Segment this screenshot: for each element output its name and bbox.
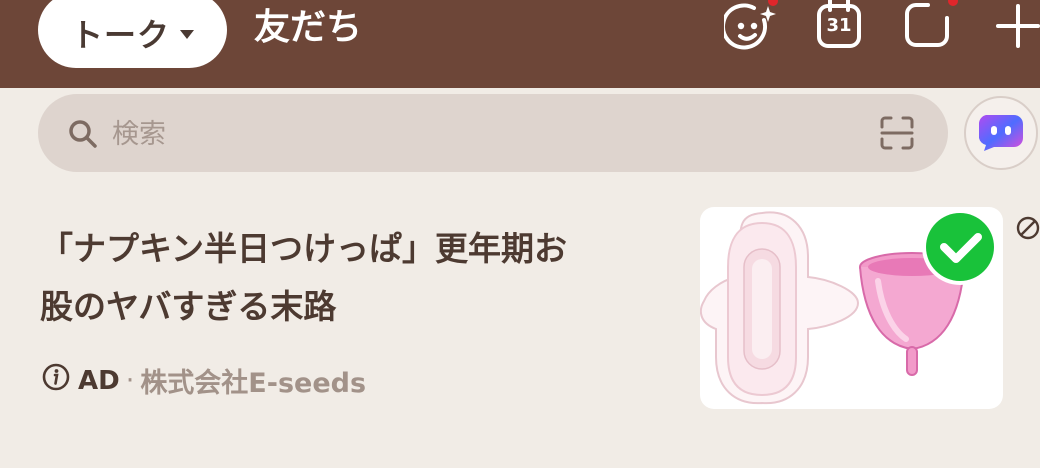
plus-icon[interactable] (996, 4, 1040, 52)
talk-tab-selector[interactable]: トーク (38, 0, 227, 68)
ad-meta: AD · 株式会社E-seeds (42, 361, 366, 400)
top-bar: トーク 友だち 31 (0, 0, 1040, 88)
ad-image[interactable] (700, 207, 1003, 409)
tab-friends[interactable]: 友だち (254, 0, 362, 50)
ad-label: AD (78, 365, 120, 396)
notification-dot (948, 0, 958, 6)
ad-title-line-2: 股のヤバすぎる末路 (40, 287, 337, 326)
chat-bubble-icon[interactable] (904, 0, 958, 52)
talk-tab-label: トーク (70, 16, 170, 54)
info-icon[interactable] (42, 363, 70, 398)
face-sparkle-icon[interactable] (721, 0, 780, 56)
chevron-down-icon (180, 29, 194, 39)
sponsor-name: 株式会社E-seeds (140, 368, 367, 399)
ad-title-line-1: 「ナプキン半日つけっぱ」更年期お (40, 229, 568, 268)
ai-assistant-button[interactable] (964, 96, 1038, 170)
search-bar (38, 94, 948, 172)
robot-icon (978, 111, 1024, 155)
search-icon (68, 119, 98, 153)
hide-ad-icon[interactable] (1016, 216, 1040, 244)
meta-separator: · (125, 365, 135, 396)
calendar-day: 31 (826, 15, 852, 36)
calendar-icon[interactable]: 31 (816, 0, 862, 54)
sanitary-pad-illustration (700, 211, 860, 405)
scan-icon[interactable] (880, 116, 914, 154)
ad-title[interactable]: 「ナプキン半日つけっぱ」更年期お 股のヤバすぎる末路 (40, 220, 680, 336)
search-input[interactable] (110, 110, 854, 158)
check-badge-icon (922, 209, 998, 285)
